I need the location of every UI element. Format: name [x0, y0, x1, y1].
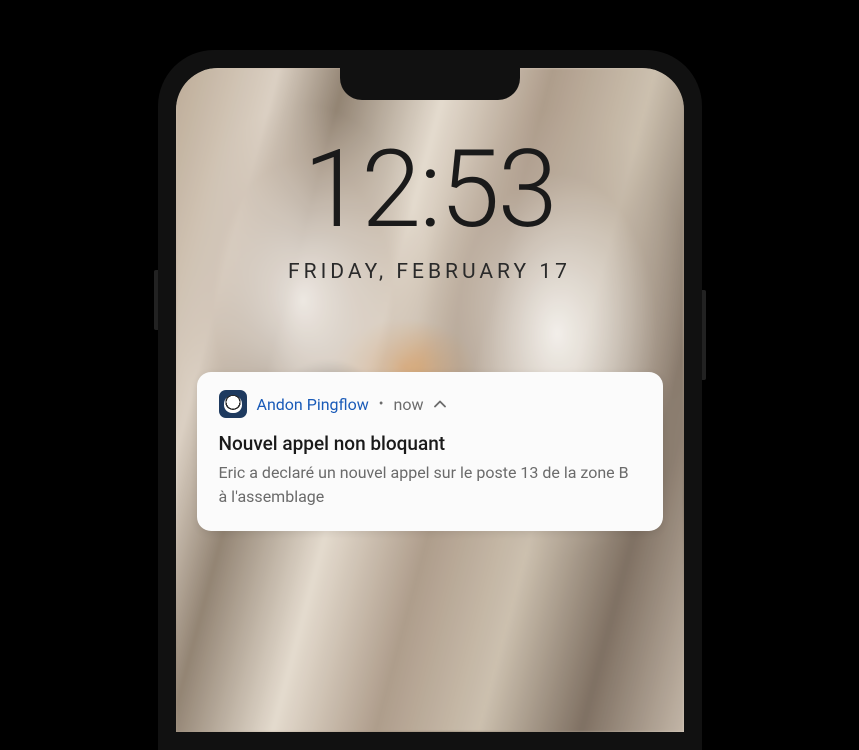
notification-title: Nouvel appel non bloquant [219, 432, 641, 455]
separator-dot: • [379, 396, 384, 412]
notification-timestamp: now [394, 395, 424, 414]
clock-date: Friday, February 17 [288, 260, 571, 284]
app-icon [219, 390, 247, 418]
notification-app-name: Andon Pingflow [257, 395, 369, 414]
phone-notch [340, 68, 520, 100]
chevron-up-icon[interactable] [433, 397, 447, 411]
phone-frame: 12:53 Friday, February 17 Andon Pingflow… [158, 50, 702, 750]
phone-volume-button [154, 270, 158, 330]
clock-time: 12:53 [303, 136, 555, 244]
penguin-icon [224, 395, 242, 413]
phone-screen: 12:53 Friday, February 17 Andon Pingflow… [176, 68, 684, 732]
phone-power-button [702, 290, 706, 380]
lockscreen: 12:53 Friday, February 17 Andon Pingflow… [176, 68, 684, 531]
notification-header: Andon Pingflow • now [219, 390, 641, 418]
notification-body: Eric a declaré un nouvel appel sur le po… [219, 461, 641, 509]
notification-card[interactable]: Andon Pingflow • now Nouvel appel non bl… [197, 372, 663, 531]
